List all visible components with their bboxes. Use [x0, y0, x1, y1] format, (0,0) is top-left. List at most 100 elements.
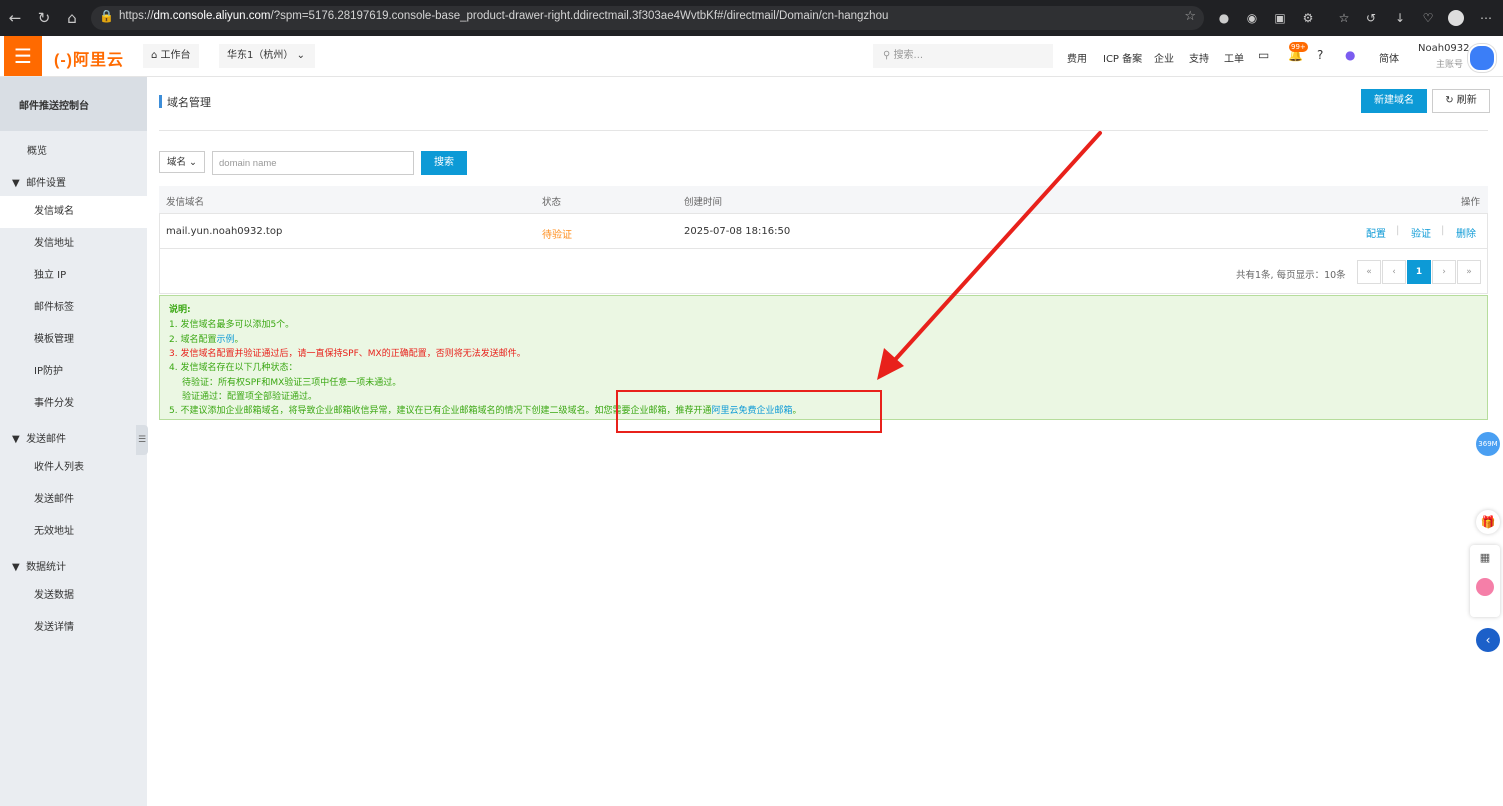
annotation-highlight-box	[616, 390, 882, 433]
nav-enterprise[interactable]: 企业	[1154, 50, 1174, 65]
reload-icon[interactable]: ↻	[35, 9, 53, 27]
new-domain-button[interactable]: 新建域名	[1361, 89, 1427, 113]
floating-badge[interactable]: 369M	[1476, 432, 1500, 456]
apps-icon[interactable]: ▦	[1470, 551, 1500, 564]
extensions-puzzle-icon[interactable]: ⚙	[1300, 10, 1316, 26]
history-icon[interactable]: ↺	[1363, 10, 1379, 26]
filter-field-select[interactable]: 域名 ⌄	[159, 151, 205, 173]
sidebar-item-ip-protection[interactable]: IP防护	[0, 356, 147, 388]
gift-icon[interactable]: 🎁	[1476, 510, 1500, 534]
bookmark-star-icon[interactable]: ☆	[1184, 9, 1196, 24]
action-separator: |	[1396, 225, 1400, 236]
back-icon[interactable]: ←	[6, 9, 24, 27]
configure-link[interactable]: 配置	[1366, 225, 1386, 240]
table-header	[159, 186, 1488, 214]
page-1-button[interactable]: 1	[1407, 260, 1431, 284]
address-bar[interactable]: 🔒 https://dm.console.aliyun.com/?spm=517…	[91, 6, 1204, 30]
extension-icon[interactable]: ◉	[1244, 10, 1260, 26]
language-switch[interactable]: 简体	[1379, 50, 1399, 65]
user-avatar[interactable]	[1468, 44, 1496, 72]
pagination-info: 共有1条, 每页显示：10条	[1236, 270, 1346, 281]
url-text: https://dm.console.aliyun.com/?spm=5176.…	[119, 10, 889, 22]
domain-search-input[interactable]	[212, 151, 414, 175]
status-badge: 待验证	[542, 230, 572, 241]
group-label: 邮件设置	[26, 178, 67, 189]
sidebar-item-dedicated-ip[interactable]: 独立 IP	[0, 260, 147, 292]
nav-icp[interactable]: ICP 备案	[1103, 50, 1142, 65]
extension-icon[interactable]: ●	[1216, 10, 1232, 26]
search-button[interactable]: 搜索	[421, 151, 467, 175]
region-select[interactable]: 华东1（杭州） ⌄	[219, 44, 315, 68]
extension-icon[interactable]: ▣	[1272, 10, 1288, 26]
search-input[interactable]: ⚲ 搜索...	[873, 44, 1053, 68]
sidebar-item-recipients[interactable]: 收件人列表	[0, 452, 147, 484]
delete-link[interactable]: 删除	[1456, 225, 1476, 240]
refresh-button[interactable]: ↻ 刷新	[1432, 89, 1490, 113]
sidebar-collapse-icon[interactable]: ☰	[136, 425, 148, 455]
search-placeholder: 搜索...	[893, 50, 924, 61]
more-icon[interactable]: ⋯	[1478, 10, 1494, 26]
sidebar-item-mail-tags[interactable]: 邮件标签	[0, 292, 147, 324]
note-line-4: 4. 发信域名存在以下几种状态：	[169, 363, 298, 373]
next-page-button[interactable]: ›	[1432, 260, 1456, 284]
note-title: 说明:	[169, 305, 191, 315]
caret-down-icon: ▼	[12, 434, 20, 445]
note-line-3: 3. 发信域名配置并验证通过后，请一直保持SPF、MX的正确配置，否则将无法发送…	[169, 349, 526, 359]
refresh-icon: ↻	[1445, 95, 1454, 106]
nav-support[interactable]: 支持	[1189, 50, 1209, 65]
favorites-icon[interactable]: ☆	[1336, 10, 1352, 26]
caret-down-icon: ▼	[12, 562, 20, 573]
home-icon[interactable]: ⌂	[63, 9, 81, 27]
nav-fees[interactable]: 费用	[1067, 50, 1087, 65]
sidebar-item-templates[interactable]: 模板管理	[0, 324, 147, 356]
floating-tools-panel[interactable]: ▦	[1470, 545, 1500, 617]
sidebar-item-sender-domain[interactable]: 发信域名	[0, 196, 147, 228]
sidebar-group-send-mail[interactable]: ▼ 发送邮件	[12, 430, 66, 445]
aliyun-logo[interactable]: (-)阿里云	[54, 46, 124, 70]
verify-link[interactable]: 验证	[1411, 225, 1431, 240]
sidebar-item-send-data[interactable]: 发送数据	[0, 580, 147, 612]
help-icon[interactable]: ?	[1317, 48, 1323, 62]
divider	[159, 130, 1488, 131]
sidebar-group-mail-settings[interactable]: ▼ 邮件设置	[12, 174, 66, 189]
sidebar-item-invalid-address[interactable]: 无效地址	[0, 516, 147, 548]
workbench-label: 工作台	[160, 50, 191, 61]
sidebar-item-send-details[interactable]: 发送详情	[0, 612, 147, 644]
group-label: 发送邮件	[26, 434, 67, 445]
terminal-icon[interactable]: ▭	[1258, 48, 1269, 62]
sidebar-item-event-dispatch[interactable]: 事件分发	[0, 388, 147, 420]
sidebar-title: 邮件推送控制台	[19, 101, 89, 112]
nav-ticket[interactable]: 工单	[1224, 50, 1244, 65]
collapse-left-icon[interactable]: ‹	[1476, 628, 1500, 652]
note-line-4a: 待验证：所有权SPF和MX验证三项中任意一项未通过。	[182, 378, 402, 388]
example-link[interactable]: 示例	[216, 335, 234, 345]
page-title: 域名管理	[167, 96, 211, 109]
column-header-actions: 操作	[1461, 197, 1481, 208]
column-header-created: 创建时间	[684, 197, 723, 208]
refresh-label: 刷新	[1456, 95, 1477, 106]
workbench-button[interactable]: ⌂ 工作台	[143, 44, 199, 68]
lock-icon: 🔒	[99, 9, 114, 23]
first-page-button[interactable]: «	[1357, 260, 1381, 284]
column-header-domain: 发信域名	[166, 197, 205, 208]
cell-created: 2025-07-08 18:16:50	[684, 226, 791, 237]
note-line-2: 2. 域名配置示例。	[169, 335, 244, 345]
assistant-avatar[interactable]	[1470, 578, 1500, 599]
row-divider	[160, 248, 1487, 249]
menu-icon[interactable]: ☰	[4, 36, 42, 76]
filter-select-value: 域名	[167, 157, 187, 168]
sidebar-item-send-mail[interactable]: 发送邮件	[0, 484, 147, 516]
last-page-button[interactable]: »	[1457, 260, 1481, 284]
user-name[interactable]: Noah0932	[1418, 43, 1470, 54]
sidebar-item-sender-address[interactable]: 发信地址	[0, 228, 147, 260]
chevron-down-icon: ⌄	[296, 50, 305, 61]
prev-page-button[interactable]: ‹	[1382, 260, 1406, 284]
ai-assistant-icon[interactable]: ●	[1345, 48, 1355, 62]
group-label: 数据统计	[26, 562, 67, 573]
note-line-1: 1. 发信域名最多可以添加5个。	[169, 320, 295, 330]
download-icon[interactable]: ↓	[1392, 10, 1408, 26]
profile-avatar[interactable]	[1448, 10, 1464, 26]
sidebar-group-statistics[interactable]: ▼ 数据统计	[12, 558, 66, 573]
health-icon[interactable]: ♡	[1420, 10, 1436, 26]
sidebar-item-overview[interactable]: 概览	[27, 142, 47, 157]
